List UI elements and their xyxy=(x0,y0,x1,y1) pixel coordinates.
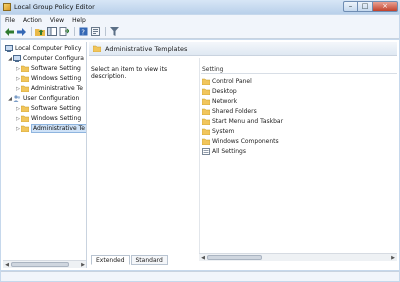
list-item-network[interactable]: Network xyxy=(201,97,237,106)
tree-item-cc-software-settings[interactable]: ▷ Software Setting xyxy=(15,64,81,73)
scroll-left-icon[interactable]: ◀ xyxy=(200,255,206,261)
list-item-label: Desktop xyxy=(212,88,237,95)
toolbar-separator xyxy=(105,27,106,36)
tree-item-uc-windows-settings[interactable]: ▷ Windows Setting xyxy=(15,114,81,123)
window-title: Local Group Policy Editor xyxy=(14,3,95,11)
folder-icon xyxy=(202,78,210,85)
list-item-all-settings[interactable]: All Settings xyxy=(201,147,246,156)
folder-icon xyxy=(21,75,29,82)
folder-icon xyxy=(21,65,29,72)
tree-item-computer-configuration[interactable]: ◢ Computer Configura xyxy=(7,54,84,63)
tree-item-uc-administrative-templates[interactable]: ▷ Administrative Te xyxy=(15,124,86,133)
tree-item-label: Windows Setting xyxy=(31,115,82,122)
users-icon xyxy=(13,95,21,102)
menu-action[interactable]: Action xyxy=(19,17,46,24)
toolbar-separator xyxy=(31,27,32,36)
scroll-right-icon[interactable]: ▶ xyxy=(80,262,86,268)
show-hide-tree-icon[interactable] xyxy=(47,27,57,37)
tree-item-label: Administrative Te xyxy=(31,124,86,133)
filter-icon[interactable] xyxy=(109,27,119,37)
menu-bar: File Action View Help xyxy=(1,15,399,25)
export-list-icon[interactable] xyxy=(59,27,69,37)
folder-icon xyxy=(21,105,29,112)
list-item-start-menu-and-taskbar[interactable]: Start Menu and Taskbar xyxy=(201,117,283,126)
close-button[interactable]: × xyxy=(373,1,398,12)
folder-icon xyxy=(202,118,210,125)
folder-icon xyxy=(21,85,29,92)
main-content: Local Computer Policy ◢ Computer Configu… xyxy=(1,40,399,270)
menu-view[interactable]: View xyxy=(46,17,68,24)
tree-item-cc-administrative-templates[interactable]: ▷ Administrative Te xyxy=(15,84,83,93)
column-header-label: Setting xyxy=(202,66,224,73)
folder-icon xyxy=(21,115,29,122)
list-item-label: All Settings xyxy=(212,148,246,155)
minimize-button[interactable]: – xyxy=(343,1,358,12)
forward-arrow-icon[interactable] xyxy=(16,27,26,37)
svg-text:?: ? xyxy=(81,28,85,36)
tree-item-label: Local Computer Policy xyxy=(15,45,82,52)
console-tree: Local Computer Policy ◢ Computer Configu… xyxy=(3,42,87,268)
list-item-desktop[interactable]: Desktop xyxy=(201,87,237,96)
help-icon[interactable]: ? xyxy=(78,27,88,37)
folder-icon xyxy=(202,88,210,95)
tree-item-label: Computer Configura xyxy=(23,55,84,62)
up-folder-icon[interactable] xyxy=(35,27,45,37)
details-pane: Administrative Templates Select an item … xyxy=(89,42,397,268)
tree-item-label: Administrative Te xyxy=(31,85,83,92)
computer-icon xyxy=(13,55,21,62)
folder-icon xyxy=(202,98,210,105)
list-item-shared-folders[interactable]: Shared Folders xyxy=(201,107,257,116)
folder-icon xyxy=(202,108,210,115)
list-item-windows-components[interactable]: Windows Components xyxy=(201,137,279,146)
window-controls: – □ × xyxy=(343,1,398,12)
view-tabs: Extended Standard xyxy=(91,255,169,265)
tree-item-cc-windows-settings[interactable]: ▷ Windows Setting xyxy=(15,74,81,83)
tree-item-label: Windows Setting xyxy=(31,75,82,82)
status-bar xyxy=(1,271,399,281)
scroll-left-icon[interactable]: ◀ xyxy=(4,262,10,268)
tree-item-label: Software Setting xyxy=(31,65,81,72)
list-item-label: Control Panel xyxy=(212,78,252,85)
scrollbar-thumb[interactable] xyxy=(207,255,262,260)
settings-list-icon xyxy=(202,148,210,155)
folder-icon xyxy=(202,138,210,145)
menu-file[interactable]: File xyxy=(1,17,19,24)
tree-item-label: User Configuration xyxy=(23,95,80,102)
scrollbar-thumb[interactable] xyxy=(11,262,69,267)
scroll-right-icon[interactable]: ▶ xyxy=(390,255,396,261)
policy-computer-icon xyxy=(5,45,13,52)
list-item-system[interactable]: System xyxy=(201,127,234,136)
folder-icon xyxy=(202,128,210,135)
tree-item-user-configuration[interactable]: ◢ User Configuration xyxy=(7,94,79,103)
tree-horizontal-scrollbar[interactable]: ◀ ▶ xyxy=(3,260,86,268)
details-header: Administrative Templates xyxy=(89,42,397,56)
list-item-label: Start Menu and Taskbar xyxy=(212,118,284,125)
list-item-label: Network xyxy=(212,98,238,105)
pane-divider xyxy=(199,58,200,253)
list-item-label: Shared Folders xyxy=(212,108,257,115)
tree-item-uc-software-settings[interactable]: ▷ Software Setting xyxy=(15,104,81,113)
application-window: Local Group Policy Editor – □ × File Act… xyxy=(0,0,400,282)
description-text: Select an item to view its description. xyxy=(91,66,168,80)
properties-icon[interactable] xyxy=(90,27,100,37)
toolbar-separator xyxy=(74,27,75,36)
list-item-label: System xyxy=(212,128,235,135)
toolbar: ? xyxy=(1,25,399,39)
tab-extended[interactable]: Extended xyxy=(91,255,130,265)
back-arrow-icon[interactable] xyxy=(4,27,14,37)
menu-help[interactable]: Help xyxy=(68,17,90,24)
maximize-button[interactable]: □ xyxy=(358,1,373,12)
details-title: Administrative Templates xyxy=(105,44,188,53)
tab-standard[interactable]: Standard xyxy=(130,255,168,265)
list-item-control-panel[interactable]: Control Panel xyxy=(201,77,252,86)
group-policy-app-icon xyxy=(3,3,11,11)
folder-icon xyxy=(93,45,101,52)
column-header-setting[interactable]: Setting xyxy=(201,64,397,74)
tree-item-local-computer-policy[interactable]: Local Computer Policy xyxy=(5,44,81,53)
tree-item-label: Software Setting xyxy=(31,105,81,112)
list-item-label: Windows Components xyxy=(212,138,279,145)
details-horizontal-scrollbar[interactable]: ◀ ▶ xyxy=(199,253,397,261)
title-bar: Local Group Policy Editor – □ × xyxy=(0,0,400,14)
folder-icon xyxy=(21,125,29,132)
